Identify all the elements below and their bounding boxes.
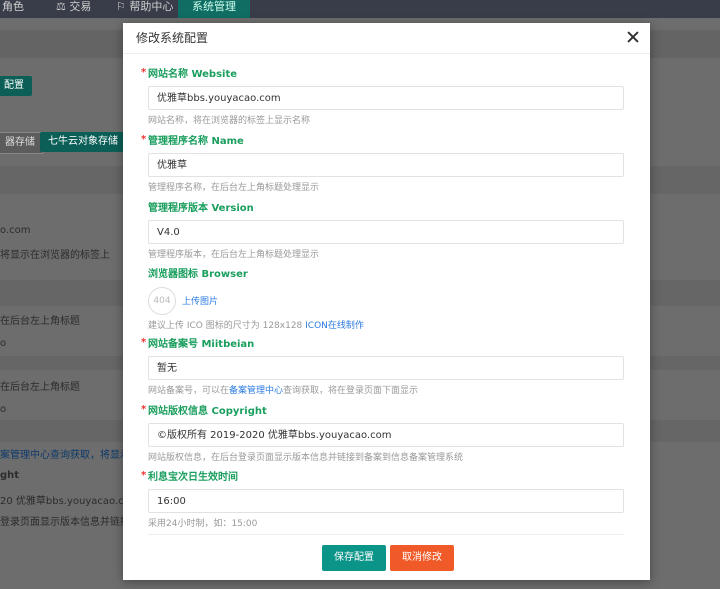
interest-time-input[interactable]: 16:00 (148, 489, 624, 513)
field-label: 管理程序名称 Name (148, 136, 244, 147)
field-label: 网站版权信息 Copyright (148, 406, 267, 417)
field-label: 网站名称 Website (148, 69, 238, 80)
field-label: 浏览器图标 Browser (148, 269, 248, 280)
edit-config-modal: 修改系统配置 * 网站名称 Website 优雅草bbs.youyacao.com… (123, 23, 650, 580)
required-mark: * (141, 67, 147, 78)
modal-header: 修改系统配置 (123, 23, 650, 54)
close-icon[interactable] (626, 30, 640, 44)
field-help: 建议上传 ICO 图标的尺寸为 128x128 ICON在线制作 (148, 321, 364, 331)
required-mark: * (141, 134, 147, 145)
top-navbar: 角色 ⚖ 交易 ⚐ 帮助中心 系统管理 (0, 0, 720, 18)
nav-help[interactable]: ⚐ 帮助中心 (116, 0, 173, 18)
field-help: 采用24小时制，如：15:00 (148, 519, 258, 529)
field-copyright: * 网站版权信息 Copyright ©版权所有 2019-2020 优雅草bbs… (141, 404, 624, 464)
nav-role[interactable]: 角色 (2, 0, 24, 18)
website-input[interactable]: 优雅草bbs.youyacao.com (148, 86, 624, 110)
field-help: 网站备案号，可以在备案管理中心查询获取，将在登录页面下面显示 (148, 386, 419, 396)
footer-divider (148, 534, 624, 535)
nav-trade[interactable]: ⚖ 交易 (56, 0, 91, 18)
field-interest-time: * 利息宝次日生效时间 16:00 采用24小时制，如：15:00 (141, 470, 624, 530)
flag-icon: ⚐ (116, 0, 130, 13)
field-help: 管理程序版本，在后台左上角标题处理显示 (148, 250, 320, 260)
upload-image-link[interactable]: 上传图片 (182, 294, 218, 307)
field-label: 网站备案号 Miitbeian (148, 339, 255, 350)
field-miitbeian: * 网站备案号 Miitbeian 暂无 网站备案号，可以在备案管理中心查询获取，… (141, 337, 624, 397)
modal-title: 修改系统配置 (136, 31, 209, 45)
nav-system[interactable]: 系统管理 (178, 0, 250, 18)
required-mark: * (141, 470, 147, 481)
field-label: 管理程序版本 Version (148, 203, 254, 214)
field-help: 网站名称，将在浏览器的标签上显示名称 (148, 116, 311, 126)
bg-config-button[interactable]: 配置 (0, 76, 32, 96)
field-name: * 管理程序名称 Name 优雅草 管理程序名称，在后台左上角标题处理显示 (141, 134, 624, 194)
bg-qiniu-button[interactable]: 七牛云对象存储 (40, 132, 126, 152)
scale-icon: ⚖ (56, 0, 70, 13)
field-version: 管理程序版本 Version V4.0 管理程序版本，在后台左上角标题处理显示 (148, 202, 624, 261)
cancel-button[interactable]: 取消修改 (390, 545, 454, 571)
name-input[interactable]: 优雅草 (148, 153, 624, 177)
icon-online-link[interactable]: ICON在线制作 (305, 321, 364, 331)
copyright-input[interactable]: ©版权所有 2019-2020 优雅草bbs.youyacao.com (148, 423, 624, 447)
field-website: * 网站名称 Website 优雅草bbs.youyacao.com 网站名称，将… (141, 67, 624, 127)
bg-storage-button[interactable]: 器存储 (0, 132, 44, 154)
required-mark: * (141, 337, 147, 348)
beian-center-link[interactable]: 备案管理中心 (229, 386, 283, 396)
field-browser-icon: 浏览器图标 Browser 404 上传图片 建议上传 ICO 图标的尺寸为 1… (148, 268, 624, 332)
field-label: 利息宝次日生效时间 (148, 472, 238, 483)
image-placeholder-icon: 404 (148, 287, 176, 315)
field-help: 管理程序名称，在后台左上角标题处理显示 (148, 183, 320, 193)
miitbeian-input[interactable]: 暂无 (148, 356, 624, 380)
required-mark: * (141, 404, 147, 415)
field-help: 网站版权信息，在后台登录页面显示版本信息并链接到备案到信息备案管理系统 (148, 453, 464, 463)
version-input[interactable]: V4.0 (148, 220, 624, 244)
save-button[interactable]: 保存配置 (322, 545, 386, 571)
